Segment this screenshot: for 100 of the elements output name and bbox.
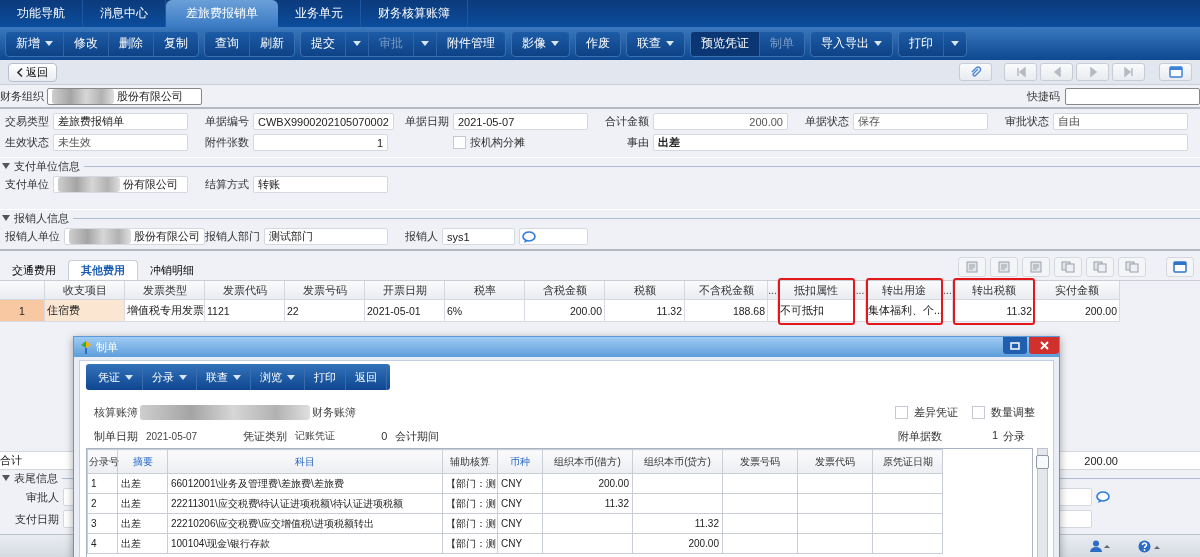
window-button[interactable] xyxy=(1159,63,1192,81)
column-header[interactable]: 发票类型 xyxy=(125,281,205,300)
reference-button[interactable] xyxy=(519,228,588,245)
column-header[interactable]: 科目 xyxy=(167,449,443,474)
text-field[interactable]: 转账 xyxy=(253,176,388,193)
menu-button[interactable]: 浏览 xyxy=(251,364,305,390)
text-field[interactable]: 未生效 xyxy=(53,134,188,151)
text-field[interactable] xyxy=(1065,87,1200,105)
table-cell: 66012001\业务及管理费\差旅费\差旅费 xyxy=(171,477,344,489)
column-header[interactable]: 转出用途 xyxy=(866,281,943,300)
column-header[interactable]: 转出税额 xyxy=(953,281,1035,300)
field-label: 附件张数 xyxy=(205,135,249,150)
previous-button[interactable] xyxy=(1040,63,1073,81)
text-field[interactable]: 2021-05-07 xyxy=(453,113,588,130)
table-cell: 11.32 xyxy=(604,498,629,509)
text-field[interactable]: 股份有限公司 xyxy=(64,228,205,245)
toolbar-button[interactable]: 查询 xyxy=(205,31,250,56)
column-header[interactable]: 发票代码 xyxy=(797,449,873,474)
table-cell: 188.68 xyxy=(685,300,768,322)
chat-bubble-icon[interactable] xyxy=(522,230,536,243)
column-header[interactable]: 税率 xyxy=(445,281,525,300)
skip-forward-icon xyxy=(1123,67,1134,77)
column-header[interactable]: 开票日期 xyxy=(365,281,445,300)
toolbar-button[interactable]: 提交 xyxy=(301,31,346,56)
menu-button[interactable]: 新增 xyxy=(6,31,64,56)
toolbar-button[interactable]: 打印 xyxy=(305,364,346,390)
chat-bubble-icon[interactable] xyxy=(1096,491,1110,503)
field-label: 审批状态 xyxy=(1005,114,1049,129)
toolbar-button[interactable]: 附件管理 xyxy=(437,31,505,56)
toolbar-button[interactable]: 预览凭证 xyxy=(691,31,760,56)
text-field[interactable]: 份有限公司 xyxy=(53,176,188,193)
section-title: 表尾信息 xyxy=(14,470,58,486)
scroll-thumb[interactable] xyxy=(1036,455,1049,469)
column-header[interactable]: 摘要 xyxy=(117,449,168,474)
menu-button[interactable]: 导入导出 xyxy=(811,31,892,56)
menu-button[interactable]: 联查 xyxy=(627,31,684,56)
text-field[interactable]: 1 xyxy=(253,134,388,151)
table-cell: 出差 xyxy=(121,537,141,549)
toolbar-button[interactable]: 打印 xyxy=(899,31,944,56)
text-field[interactable]: 自由 xyxy=(1053,113,1188,130)
column-header[interactable]: 币种 xyxy=(497,449,543,474)
help-menu-button[interactable] xyxy=(1138,539,1160,553)
last-button[interactable] xyxy=(1112,63,1145,81)
field-label: 报销人 xyxy=(405,229,438,244)
next-button[interactable] xyxy=(1076,63,1109,81)
text-field[interactable]: sys1 xyxy=(442,228,515,245)
collapse-icon[interactable] xyxy=(2,474,10,482)
menu-button[interactable]: 联查 xyxy=(197,364,251,390)
text-field[interactable]: 保存 xyxy=(853,113,988,130)
field-text: 会计期间 xyxy=(395,428,440,444)
toolbar-button[interactable]: 修改 xyxy=(64,31,109,56)
column-header[interactable]: 收支项目 xyxy=(45,281,125,300)
checkbox[interactable] xyxy=(453,136,466,149)
table-cell: 集体福利、个... xyxy=(866,300,943,322)
column-header[interactable]: 实付金额 xyxy=(1035,281,1120,300)
tab[interactable]: 冲销明细 xyxy=(138,260,206,280)
collapse-icon[interactable] xyxy=(2,214,10,222)
text-field[interactable]: CWBX9900202105070002 xyxy=(253,113,394,130)
user-menu-button[interactable] xyxy=(1090,540,1110,552)
text-field[interactable]: 股份有限公司 xyxy=(47,87,202,105)
text-field[interactable]: 测试部门 xyxy=(264,228,388,245)
back-button[interactable]: 返回 xyxy=(8,62,57,82)
column-header[interactable]: 发票代码 xyxy=(205,281,285,300)
toolbar-button[interactable]: 刷新 xyxy=(250,31,294,56)
maximize-button[interactable] xyxy=(1003,337,1027,354)
scrollbar[interactable] xyxy=(1037,448,1048,557)
checkbox[interactable] xyxy=(972,405,985,419)
menu-button[interactable]: 分录 xyxy=(143,364,197,390)
checkbox[interactable] xyxy=(895,405,908,419)
column-header[interactable]: 税额 xyxy=(605,281,685,300)
triangle-right-icon xyxy=(1087,67,1098,77)
column-header[interactable]: 抵扣属性 xyxy=(778,281,855,300)
column-header[interactable]: 含税金额 xyxy=(525,281,605,300)
menu-button[interactable]: 凭证 xyxy=(89,364,143,390)
menu-button[interactable]: 影像 xyxy=(512,31,569,56)
column-header[interactable]: 原凭证日期 xyxy=(872,449,943,474)
text-field[interactable]: 差旅费报销单 xyxy=(53,113,188,130)
column-header[interactable]: 分录号 xyxy=(87,449,118,474)
toolbar-button[interactable]: 返回 xyxy=(346,364,387,390)
toolbar-button[interactable]: 复制 xyxy=(154,31,198,56)
column-header[interactable]: 发票号码 xyxy=(722,449,798,474)
column-header[interactable]: 组织本币(贷方) xyxy=(632,449,723,474)
text-field[interactable]: 出差 xyxy=(653,134,1188,151)
field-label: 交易类型 xyxy=(5,114,49,129)
toolbar-button[interactable]: 删除 xyxy=(109,31,154,56)
column-header[interactable]: 不含税金额 xyxy=(685,281,768,300)
paperclip-button[interactable] xyxy=(959,63,992,81)
table-cell: 2 xyxy=(91,498,97,509)
toolbar-button[interactable]: 作废 xyxy=(576,31,620,56)
column-header[interactable]: 发票号码 xyxy=(285,281,365,300)
column-header[interactable]: 组织本币(借方) xyxy=(542,449,633,474)
tab[interactable]: 交通费用 xyxy=(0,260,68,280)
table-cell: 22210206\应交税费\应交增值税\进项税额转出 xyxy=(171,517,374,529)
column-header[interactable]: 辅助核算 xyxy=(442,449,498,474)
text-field[interactable]: 200.00 xyxy=(653,113,788,130)
first-button[interactable] xyxy=(1004,63,1037,81)
window-icon[interactable] xyxy=(1166,257,1194,277)
collapse-icon[interactable] xyxy=(2,162,10,170)
tab[interactable]: 其他费用 xyxy=(68,260,138,280)
close-button[interactable] xyxy=(1029,337,1059,354)
